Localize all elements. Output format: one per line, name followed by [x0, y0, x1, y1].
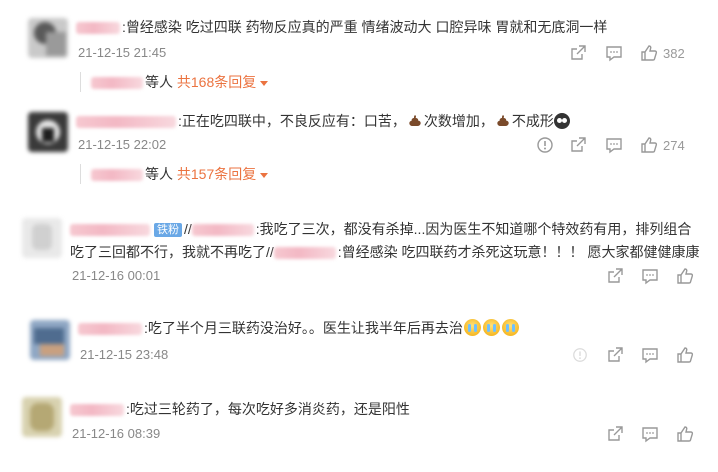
reply-count-link[interactable]: 共168条回复: [177, 74, 256, 90]
comment-actions: [0, 266, 718, 286]
report-icon[interactable]: [572, 345, 588, 365]
reply-count-link[interactable]: 共157条回复: [177, 166, 256, 182]
share-icon[interactable]: [569, 135, 587, 155]
poop-emoji-icon: [497, 115, 509, 126]
like-count: 382: [663, 45, 685, 61]
like-icon[interactable]: [676, 424, 694, 444]
fan-badge: 铁粉: [154, 223, 182, 238]
crying-emoji-icon: [501, 319, 519, 336]
comment-icon[interactable]: [641, 424, 659, 444]
chevron-down-icon: [260, 80, 269, 86]
reply-usernames: [91, 169, 143, 182]
chevron-down-icon: [260, 172, 269, 178]
like-icon: [641, 45, 658, 61]
username[interactable]: [76, 22, 120, 35]
reply-summary[interactable]: 等人 共168条回复: [80, 72, 269, 92]
username[interactable]: [70, 404, 124, 417]
comment-icon[interactable]: [641, 266, 659, 286]
comment-text: :正在吃四联中，不良反应有：口苦， 次数增加， 不成形: [76, 111, 570, 131]
share-icon[interactable]: [606, 345, 624, 365]
comment-text: :吃过三轮药了，每次吃好多消炎药，还是阳性: [70, 399, 410, 419]
reply-summary[interactable]: 等人 共157条回复: [80, 164, 269, 184]
comment-text: :曾经感染 吃过四联 药物反应真的严重 情绪波动大 口腔异味 胃就和无底洞一样: [76, 17, 607, 37]
like-icon: [641, 137, 658, 153]
comment-icon[interactable]: [605, 135, 623, 155]
username[interactable]: [273, 247, 336, 260]
share-icon[interactable]: [606, 424, 624, 444]
comment-actions: 382: [0, 43, 718, 63]
comment-icon[interactable]: [641, 345, 659, 365]
comment-actions: [0, 345, 718, 365]
like-button[interactable]: 274: [640, 135, 685, 155]
crying-emoji-icon: [482, 319, 500, 336]
like-button[interactable]: 382: [640, 43, 685, 63]
like-icon[interactable]: [676, 266, 694, 286]
share-icon[interactable]: [569, 43, 587, 63]
comment-text: 铁粉//:我吃了三次，都没有杀掉...因为医生不知道哪个特效药有用，排列组合: [70, 219, 691, 239]
username[interactable]: [70, 224, 150, 237]
reply-usernames: [91, 77, 143, 90]
like-icon[interactable]: [676, 345, 694, 365]
comment-text-continued: 吃了三回都不行，我就不再吃了//:曾经感染 吃四联药才杀死这玩意！！！ 愿大家都…: [70, 244, 700, 260]
comment-actions: 274: [0, 135, 718, 155]
report-icon[interactable]: [536, 135, 554, 155]
username[interactable]: [191, 224, 254, 237]
share-icon[interactable]: [606, 266, 624, 286]
poop-emoji-icon: [409, 115, 421, 126]
username[interactable]: [78, 323, 142, 336]
like-count: 274: [663, 137, 685, 153]
comment-text: :吃了半个月三联药没治好。。医生让我半年后再去治: [78, 318, 520, 338]
comment-icon[interactable]: [605, 43, 623, 63]
crying-emoji-icon: [463, 319, 481, 336]
comment-actions: [0, 424, 718, 444]
username[interactable]: [76, 116, 176, 129]
avatar[interactable]: [22, 218, 62, 258]
crying-mask-emoji-icon: [553, 113, 570, 129]
